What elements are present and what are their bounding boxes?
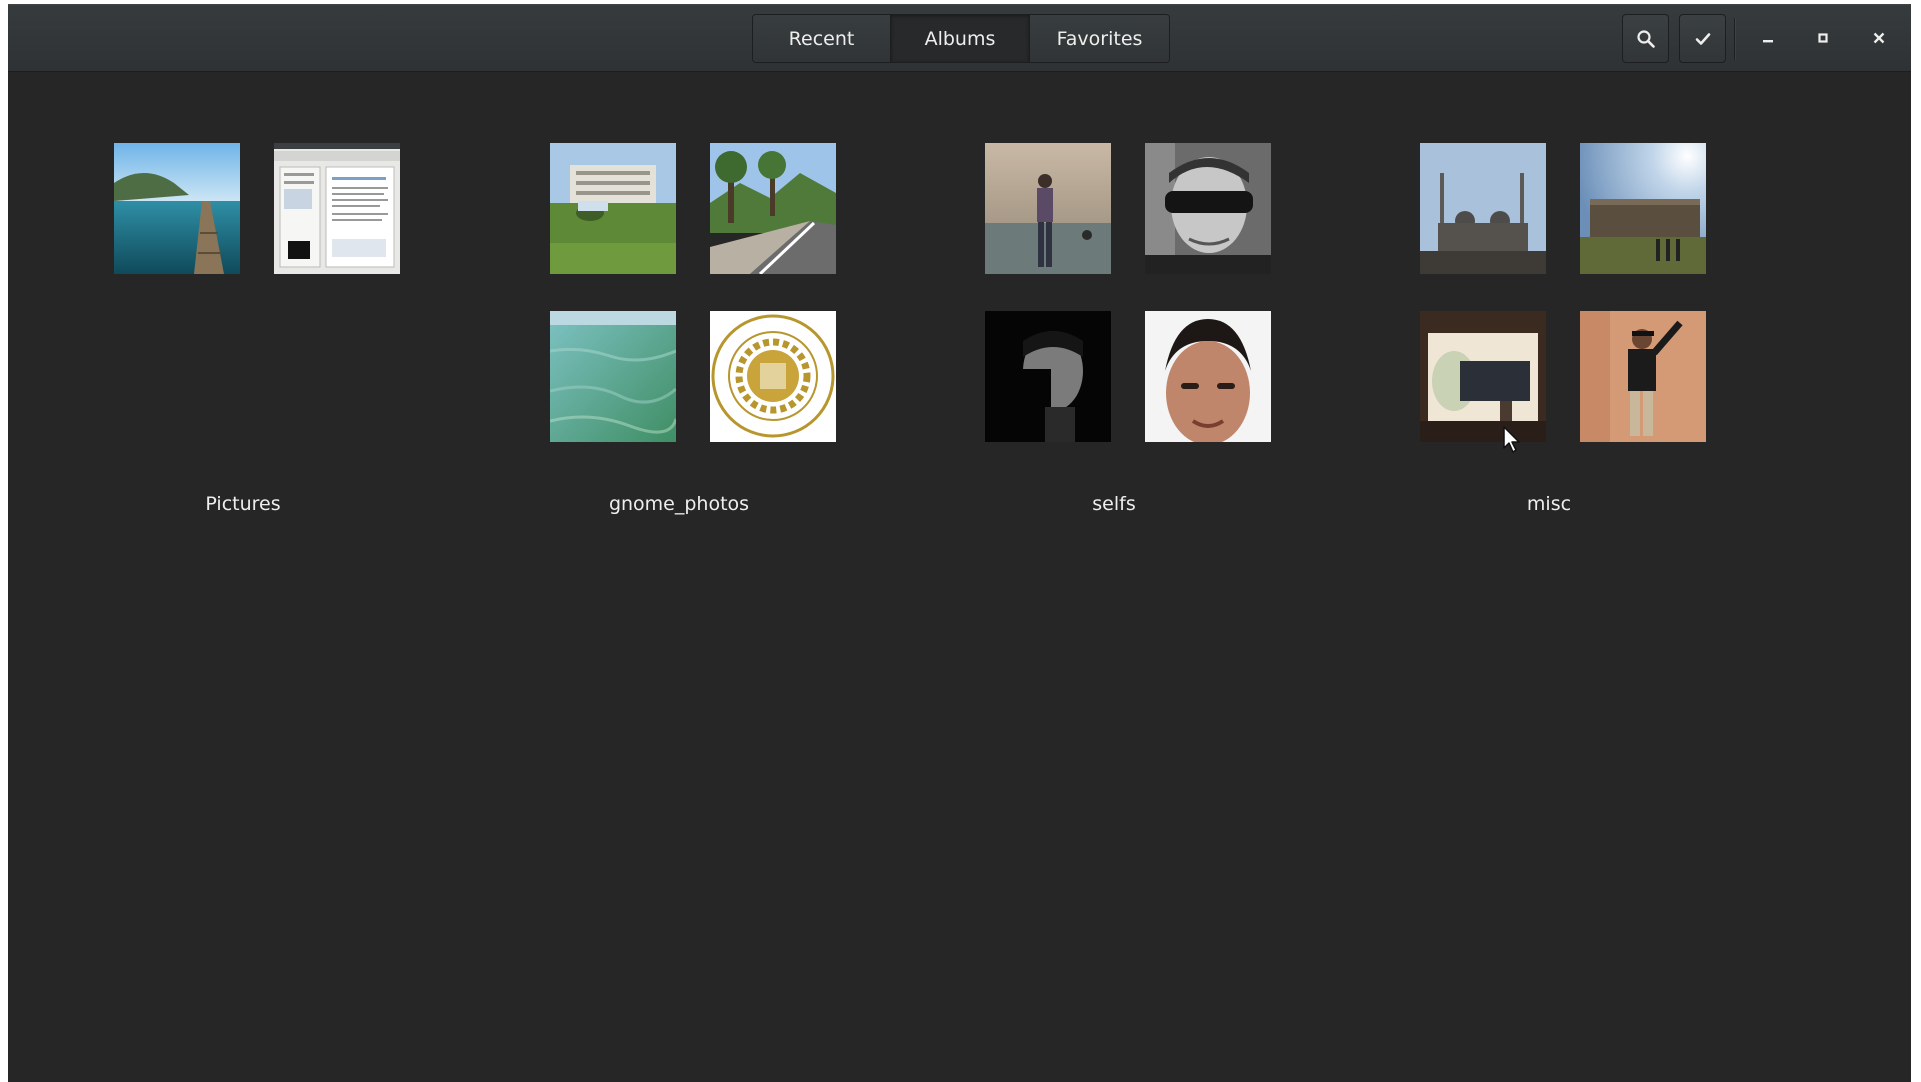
photo-thumbnail: [1145, 143, 1271, 274]
tab-favorites[interactable]: Favorites: [1030, 15, 1169, 62]
photo-thumbnail: [1420, 311, 1546, 442]
photo-thumbnail: [1420, 143, 1546, 274]
minimize-button[interactable]: [1748, 18, 1788, 58]
close-icon: [1873, 32, 1885, 44]
headerbar: Recent Albums Favorites: [8, 4, 1911, 72]
album-title: gnome_photos: [608, 493, 750, 515]
photo-thumbnail: [710, 143, 836, 274]
select-button[interactable]: [1679, 14, 1726, 63]
photo-thumbnail: [1145, 311, 1271, 442]
maximize-button[interactable]: [1803, 18, 1843, 58]
tab-recent[interactable]: Recent: [753, 15, 891, 62]
header-separator: [1734, 18, 1735, 60]
search-icon: [1636, 29, 1655, 48]
album-title: misc: [1526, 493, 1572, 515]
album-title: selfs: [1092, 493, 1136, 515]
photo-thumbnail: [1580, 143, 1706, 274]
album-title: Pictures: [205, 493, 281, 515]
maximize-icon: [1818, 33, 1828, 43]
close-button[interactable]: [1859, 18, 1899, 58]
mouse-pointer-icon: [1503, 426, 1520, 453]
photos-window: Recent Albums Favorites Pictures gnome_p…: [8, 4, 1911, 1082]
photo-thumbnail: [274, 143, 400, 274]
photo-thumbnail: [985, 311, 1111, 442]
photo-thumbnail: [985, 143, 1111, 274]
photo-thumbnail: [710, 311, 836, 442]
photo-thumbnail: [550, 311, 676, 442]
photo-thumbnail: [114, 143, 240, 274]
search-button[interactable]: [1622, 14, 1669, 63]
view-switcher: Recent Albums Favorites: [752, 14, 1170, 63]
minimize-icon: [1763, 40, 1773, 43]
photo-thumbnail: [1580, 311, 1706, 442]
checkmark-icon: [1695, 32, 1710, 45]
tab-albums[interactable]: Albums: [891, 15, 1030, 62]
photo-thumbnail: [550, 143, 676, 274]
